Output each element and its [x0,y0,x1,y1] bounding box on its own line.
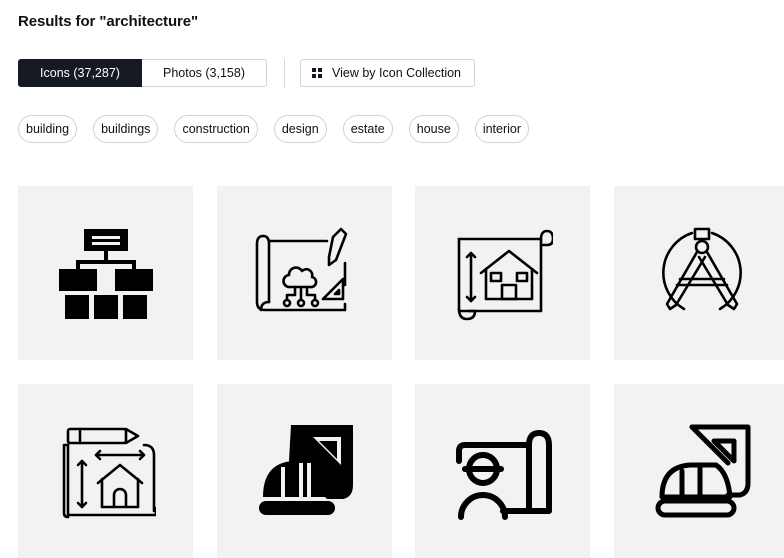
collection-button-label: View by Icon Collection [332,66,462,80]
icon-card[interactable] [217,186,392,360]
tab-photos[interactable]: Photos (3,158) [142,59,267,87]
related-tags: building buildings construction design e… [18,115,530,143]
page-title: Results for "architecture" [18,13,199,30]
tag-design[interactable]: design [273,115,327,143]
icon-card[interactable] [415,384,590,558]
icon-card[interactable] [415,186,590,360]
architect-worker-blueprint-icon [455,430,552,520]
view-by-collection-button[interactable]: View by Icon Collection [300,59,475,87]
tag-buildings[interactable]: buildings [93,115,159,143]
tag-estate[interactable]: estate [342,115,393,143]
org-chart-building-icon [58,229,153,319]
icon-card[interactable] [217,384,392,558]
tag-interior[interactable]: interior [474,115,530,143]
compass-drafting-icon [661,227,742,311]
divider [284,59,285,88]
tag-construction[interactable]: construction [174,115,258,143]
house-plan-pencil-icon [62,427,156,519]
tab-icons[interactable]: Icons (37,287) [18,59,142,87]
smart-house-blueprint-icon [255,227,347,312]
result-type-toggle: Icons (37,287) Photos (3,158) [18,59,267,87]
tag-house[interactable]: house [408,115,459,143]
icon-card[interactable] [18,186,193,360]
helmet-ruler-solid-icon [258,425,353,515]
helmet-ruler-outline-icon [655,424,750,518]
grid-icon [312,68,322,78]
icon-card[interactable] [18,384,193,558]
icon-card[interactable] [614,384,784,558]
icon-card[interactable] [614,186,784,360]
tag-building[interactable]: building [18,115,78,143]
house-blueprint-icon [457,229,553,321]
